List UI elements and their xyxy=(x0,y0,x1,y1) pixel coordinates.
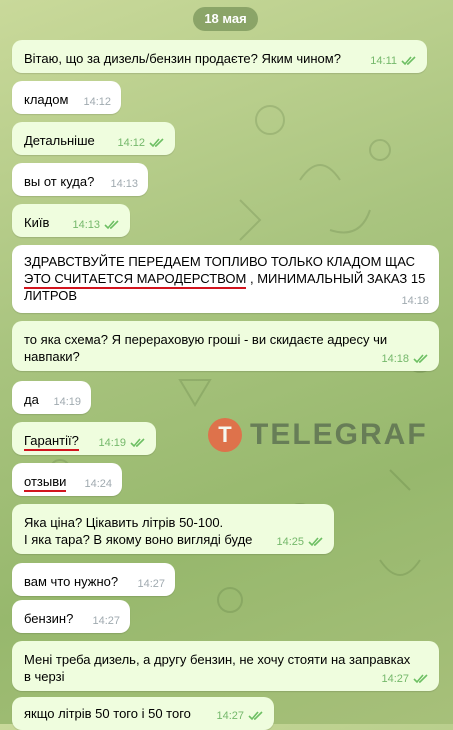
message-text: то яка схема? Я перераховую гроші - ви с… xyxy=(24,332,388,364)
double-check-icon xyxy=(401,56,416,66)
message-bubble[interactable]: да 14:19 xyxy=(12,381,91,414)
message-bubble[interactable]: кладом 14:12 xyxy=(12,81,121,114)
message-text: отзыви xyxy=(24,474,67,492)
message-text-line: ЗДРАВСТВУЙТЕ ПЕРЕДАЕМ ТОПЛИВО ТОЛЬКО КЛА… xyxy=(24,254,415,269)
message-time: 14:12 xyxy=(83,96,111,108)
message-time: 14:27 xyxy=(216,710,244,722)
message-bubble[interactable]: бензин? 14:27 xyxy=(12,600,130,633)
double-check-icon xyxy=(130,438,145,448)
message-time: 14:13 xyxy=(110,178,138,190)
double-check-icon xyxy=(104,220,119,230)
message-text: Гарантії? xyxy=(24,433,79,451)
message-bubble[interactable]: Яка ціна? Цікавить літрів 50-100. І яка … xyxy=(12,504,334,554)
double-check-icon xyxy=(413,674,428,684)
message-bubble[interactable]: отзыви 14:24 xyxy=(12,463,122,496)
message-bubble[interactable]: ЗДРАВСТВУЙТЕ ПЕРЕДАЕМ ТОПЛИВО ТОЛЬКО КЛА… xyxy=(12,245,439,313)
message-text: Вітаю, що за дизель/бензин продаєте? Яки… xyxy=(24,51,341,66)
message-time: 14:27 xyxy=(381,673,409,685)
message-text-line: ЛИТРОВ xyxy=(24,288,77,303)
message-text: Мені треба дизель, а другу бензин, не хо… xyxy=(24,652,411,684)
telegraf-logo-icon: T xyxy=(208,418,242,452)
message-bubble[interactable]: вам что нужно? 14:27 xyxy=(12,563,175,596)
message-bubble[interactable]: то яка схема? Я перераховую гроші - ви с… xyxy=(12,321,439,371)
message-time: 14:13 xyxy=(72,219,100,231)
message-text-line: ЭТО СЧИТАЕТСЯ МАРОДЕРСТВОМ , МИНИМАЛЬНЫЙ… xyxy=(24,270,427,289)
message-time: 14:24 xyxy=(84,478,112,490)
message-time: 14:27 xyxy=(92,615,120,627)
watermark-text: TELEGRAF xyxy=(250,418,428,451)
telegraf-watermark: T TELEGRAF xyxy=(208,418,428,452)
double-check-icon xyxy=(149,138,164,148)
message-time: 14:18 xyxy=(381,353,409,365)
date-separator: 18 мая xyxy=(193,7,258,31)
message-bubble[interactable]: Вітаю, що за дизель/бензин продаєте? Яки… xyxy=(12,40,427,73)
message-bubble[interactable]: Мені треба дизель, а другу бензин, не хо… xyxy=(12,641,439,691)
message-time: 14:27 xyxy=(137,578,165,590)
message-bubble[interactable]: вы от куда? 14:13 xyxy=(12,163,148,196)
message-bubble[interactable]: Детальніше 14:12 xyxy=(12,122,175,155)
message-time: 14:18 xyxy=(401,295,429,307)
message-bubble[interactable]: якщо літрів 50 того і 50 того 14:27 xyxy=(12,697,274,730)
double-check-icon xyxy=(413,354,428,364)
message-time: 14:19 xyxy=(53,396,81,408)
message-text-line: Яка ціна? Цікавить літрів 50-100. xyxy=(24,515,224,530)
message-time: 14:11 xyxy=(370,55,397,67)
message-bubble[interactable]: Київ 14:13 xyxy=(12,204,130,237)
double-check-icon xyxy=(308,537,323,547)
double-check-icon xyxy=(248,711,263,721)
message-time: 14:25 xyxy=(276,536,304,548)
message-time: 14:12 xyxy=(117,137,145,149)
message-bubble[interactable]: Гарантії? 14:19 xyxy=(12,422,156,455)
message-time: 14:19 xyxy=(98,437,126,449)
